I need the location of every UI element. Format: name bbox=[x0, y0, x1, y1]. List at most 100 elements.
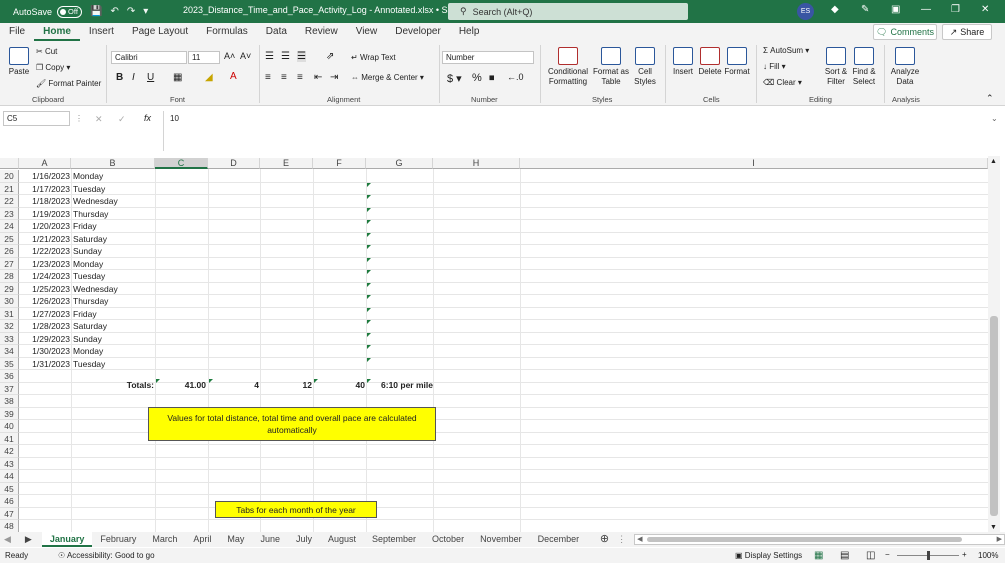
column-header-a[interactable]: A bbox=[19, 158, 71, 169]
font-color-icon[interactable]: A bbox=[230, 71, 237, 82]
autosave-toggle[interactable]: Off bbox=[57, 5, 83, 18]
cell-styles-button[interactable]: Cell Styles bbox=[630, 47, 660, 87]
name-box[interactable]: C5 bbox=[3, 111, 70, 126]
row-header[interactable]: 42 bbox=[0, 445, 19, 458]
total-hours-cell[interactable]: 4 bbox=[208, 379, 259, 392]
sheet-tab-september[interactable]: September bbox=[364, 532, 424, 547]
tab-view[interactable]: View bbox=[347, 23, 387, 41]
date-cell[interactable]: 1/19/2023 bbox=[19, 208, 70, 221]
date-cell[interactable]: 1/24/2023 bbox=[19, 270, 70, 283]
row-header[interactable]: 38 bbox=[0, 395, 19, 408]
clear-button[interactable]: ⌫ Clear ▾ bbox=[763, 78, 802, 87]
row-header[interactable]: 23 bbox=[0, 207, 19, 220]
row-header[interactable]: 41 bbox=[0, 432, 19, 445]
zoom-in-icon[interactable]: + bbox=[962, 550, 967, 559]
row-header[interactable]: 35 bbox=[0, 357, 19, 370]
weekday-cell[interactable]: Monday bbox=[73, 258, 103, 271]
weekday-cell[interactable]: Thursday bbox=[73, 208, 108, 221]
comma-icon[interactable]: ⏹ bbox=[489, 72, 495, 85]
overall-pace-cell[interactable]: 6:10 per mile bbox=[366, 379, 433, 392]
orientation-icon[interactable]: ⇗ bbox=[326, 51, 334, 62]
accessibility-status[interactable]: ☉ Accessibility: Good to go bbox=[58, 551, 155, 560]
weekday-cell[interactable]: Saturday bbox=[73, 320, 107, 333]
date-cell[interactable]: 1/28/2023 bbox=[19, 320, 70, 333]
row-header[interactable]: 37 bbox=[0, 382, 19, 395]
page-break-view-icon[interactable]: ◫ bbox=[866, 550, 875, 561]
date-cell[interactable]: 1/18/2023 bbox=[19, 195, 70, 208]
row-header[interactable]: 39 bbox=[0, 407, 19, 420]
share-button[interactable]: ↗ Share bbox=[942, 24, 992, 40]
tab-home[interactable]: Home bbox=[34, 23, 80, 41]
sheet-tab-march[interactable]: March bbox=[144, 532, 185, 547]
row-header[interactable]: 36 bbox=[0, 370, 19, 383]
column-header-f[interactable]: F bbox=[313, 158, 366, 169]
increase-indent-icon[interactable]: ⇥ bbox=[330, 72, 338, 83]
sheet-tab-august[interactable]: August bbox=[320, 532, 364, 547]
weekday-cell[interactable]: Saturday bbox=[73, 233, 107, 246]
row-header[interactable]: 48 bbox=[0, 520, 19, 532]
column-header-h[interactable]: H bbox=[433, 158, 520, 169]
font-size-select[interactable]: 11 bbox=[188, 51, 220, 64]
date-cell[interactable]: 1/21/2023 bbox=[19, 233, 70, 246]
sheet-tab-april[interactable]: April bbox=[185, 532, 219, 547]
zoom-slider-thumb[interactable] bbox=[927, 551, 930, 560]
sheet-tab-july[interactable]: July bbox=[288, 532, 320, 547]
horizontal-scroll-thumb[interactable] bbox=[647, 537, 963, 542]
formula-input[interactable]: 10 bbox=[163, 111, 988, 151]
cancel-icon[interactable]: ✕ bbox=[95, 114, 103, 125]
expand-formula-icon[interactable]: ⌄ bbox=[991, 114, 998, 123]
weekday-cell[interactable]: Wednesday bbox=[73, 195, 118, 208]
ribbon-display-icon[interactable]: ▣ bbox=[891, 4, 900, 15]
cut-button[interactable]: ✂ Cut bbox=[36, 47, 57, 56]
increase-decimal-icon[interactable]: ←.0 bbox=[507, 72, 524, 82]
total-distance-cell[interactable]: 41.00 bbox=[155, 379, 206, 392]
sheet-tab-november[interactable]: November bbox=[472, 532, 530, 547]
weekday-cell[interactable]: Monday bbox=[73, 345, 103, 358]
middle-align-icon[interactable]: ☰ bbox=[281, 51, 290, 62]
grow-font-button[interactable]: A˄ bbox=[224, 51, 235, 61]
enter-icon[interactable]: ✓ bbox=[118, 114, 126, 125]
search-box[interactable]: ⚲ Search (Alt+Q) bbox=[448, 3, 688, 20]
weekday-cell[interactable]: Sunday bbox=[73, 333, 102, 346]
vertical-scrollbar[interactable]: ▲ ▼ bbox=[988, 156, 1000, 534]
collapse-ribbon-icon[interactable]: ⌃ bbox=[986, 93, 994, 104]
tab-formulas[interactable]: Formulas bbox=[197, 23, 257, 41]
scroll-down-icon[interactable]: ▼ bbox=[990, 524, 997, 531]
format-painter-button[interactable]: 🖌 Format Painter bbox=[36, 79, 101, 88]
wrap-text-button[interactable]: ↵ Wrap Text bbox=[351, 53, 396, 62]
minimize-icon[interactable]: — bbox=[921, 4, 931, 15]
pen-icon[interactable]: ✎ bbox=[861, 4, 869, 15]
align-center-icon[interactable]: ≡ bbox=[281, 72, 287, 83]
next-sheet-icon[interactable]: ▶ bbox=[15, 532, 42, 547]
italic-button[interactable]: I bbox=[132, 72, 135, 83]
row-header[interactable]: 45 bbox=[0, 482, 19, 495]
row-header[interactable]: 27 bbox=[0, 257, 19, 270]
tab-developer[interactable]: Developer bbox=[386, 23, 450, 41]
scroll-right-icon[interactable]: ▶ bbox=[997, 535, 1002, 543]
merge-center-button[interactable]: ⇔ Merge & Center ▾ bbox=[351, 73, 424, 82]
weekday-cell[interactable]: Monday bbox=[73, 170, 103, 183]
copy-button[interactable]: ❐ Copy ▾ bbox=[36, 63, 70, 72]
weekday-cell[interactable]: Tuesday bbox=[73, 358, 105, 371]
column-header-d[interactable]: D bbox=[208, 158, 260, 169]
comments-button[interactable]: 🗨 Comments bbox=[873, 24, 937, 40]
row-header[interactable]: 43 bbox=[0, 457, 19, 470]
font-name-select[interactable]: Calibri bbox=[111, 51, 187, 64]
sheet-tab-february[interactable]: February bbox=[92, 532, 144, 547]
insert-function-icon[interactable]: fx bbox=[144, 113, 151, 123]
customize-quick-access-icon[interactable]: ▾ bbox=[143, 6, 148, 17]
weekday-cell[interactable]: Tuesday bbox=[73, 270, 105, 283]
row-header[interactable]: 26 bbox=[0, 245, 19, 258]
column-header-g[interactable]: G bbox=[366, 158, 433, 169]
row-header[interactable]: 31 bbox=[0, 307, 19, 320]
date-cell[interactable]: 1/29/2023 bbox=[19, 333, 70, 346]
row-header[interactable]: 28 bbox=[0, 270, 19, 283]
annotation-note-totals[interactable]: Values for total distance, total time an… bbox=[148, 407, 436, 441]
analyze-data-button[interactable]: Analyze Data bbox=[890, 47, 920, 87]
horizontal-scrollbar[interactable]: ◀ ▶ bbox=[634, 534, 1005, 545]
spreadsheet-grid[interactable]: A B C D E F G H I 20 1/16/2023 Monday 21 1/1… bbox=[0, 156, 988, 532]
weekday-cell[interactable]: Wednesday bbox=[73, 283, 118, 296]
scroll-thumb[interactable] bbox=[990, 316, 998, 516]
row-header[interactable]: 47 bbox=[0, 507, 19, 520]
row-header[interactable]: 40 bbox=[0, 420, 19, 433]
